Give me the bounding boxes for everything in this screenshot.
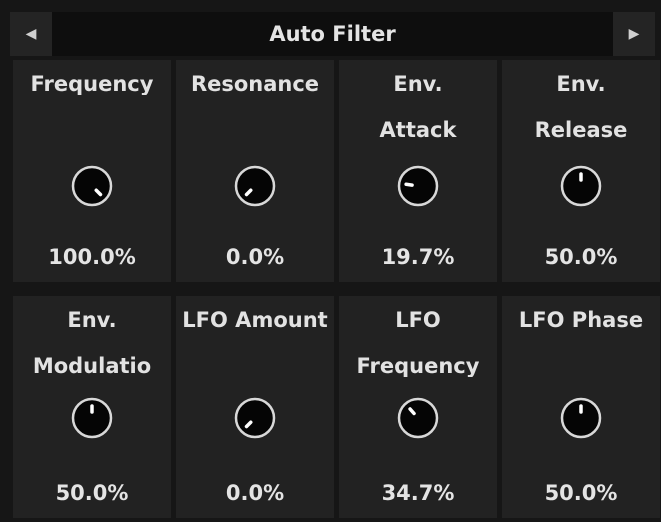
param-value: 100.0%	[48, 245, 136, 269]
param-lfo-phase: LFO Phase 50.0%	[502, 296, 660, 518]
knob-body	[397, 165, 439, 207]
lfo-amount-knob[interactable]	[231, 394, 279, 442]
auto-filter-device: ◀ Auto Filter ▶ Frequency 100.0% Resonan…	[0, 0, 661, 522]
knob-icon	[71, 397, 113, 439]
param-label: Env.	[556, 74, 606, 95]
next-bank-button[interactable]: ▶	[613, 12, 655, 56]
knob-body	[397, 397, 439, 439]
lfo-frequency-knob[interactable]	[394, 394, 442, 442]
knob-icon	[560, 397, 602, 439]
knob-icon	[71, 165, 113, 207]
param-label-line2: Attack	[379, 120, 457, 141]
knob-icon	[397, 397, 439, 439]
previous-bank-button[interactable]: ◀	[10, 12, 52, 56]
param-label: Env.	[67, 310, 117, 331]
param-label: LFO	[395, 310, 441, 331]
param-frequency: Frequency 100.0%	[13, 60, 171, 282]
param-value: 19.7%	[381, 245, 455, 269]
knob-body	[71, 165, 113, 207]
param-label-line2: Release	[534, 120, 628, 141]
param-label-line2: Frequency	[356, 356, 480, 377]
env-modulation-knob[interactable]	[68, 394, 116, 442]
resonance-knob[interactable]	[231, 162, 279, 210]
param-value: 50.0%	[544, 481, 618, 505]
param-value: 50.0%	[55, 481, 129, 505]
lfo-phase-knob[interactable]	[557, 394, 605, 442]
device-title: Auto Filter	[269, 22, 396, 46]
param-label: LFO Amount	[182, 310, 328, 331]
knob-icon	[560, 165, 602, 207]
parameter-grid: Frequency 100.0% Resonance 0.0% Env. Att…	[13, 60, 660, 520]
knob-pointer	[404, 182, 414, 187]
param-env-attack: Env. Attack 19.7%	[339, 60, 497, 282]
triangle-right-icon: ▶	[628, 26, 640, 42]
param-lfo-frequency: LFO Frequency 34.7%	[339, 296, 497, 518]
param-value: 0.0%	[225, 245, 285, 269]
param-label: LFO Phase	[518, 310, 644, 331]
knob-icon	[234, 397, 276, 439]
frequency-knob[interactable]	[68, 162, 116, 210]
param-label: Resonance	[190, 74, 320, 95]
param-label: Frequency	[30, 74, 154, 95]
env-release-knob[interactable]	[557, 162, 605, 210]
param-label: Env.	[393, 74, 443, 95]
knob-body	[234, 397, 276, 439]
param-lfo-amount: LFO Amount 0.0%	[176, 296, 334, 518]
env-attack-knob[interactable]	[394, 162, 442, 210]
param-resonance: Resonance 0.0%	[176, 60, 334, 282]
param-label-line2: Modulatio	[32, 356, 152, 377]
device-title-bar: ◀ Auto Filter ▶	[10, 12, 655, 56]
knob-icon	[397, 165, 439, 207]
triangle-left-icon: ◀	[25, 26, 37, 42]
param-value: 0.0%	[225, 481, 285, 505]
knob-icon	[234, 165, 276, 207]
param-env-modulation: Env. Modulatio 50.0%	[13, 296, 171, 518]
knob-body	[234, 165, 276, 207]
param-value: 50.0%	[544, 245, 618, 269]
param-env-release: Env. Release 50.0%	[502, 60, 660, 282]
param-value: 34.7%	[381, 481, 455, 505]
